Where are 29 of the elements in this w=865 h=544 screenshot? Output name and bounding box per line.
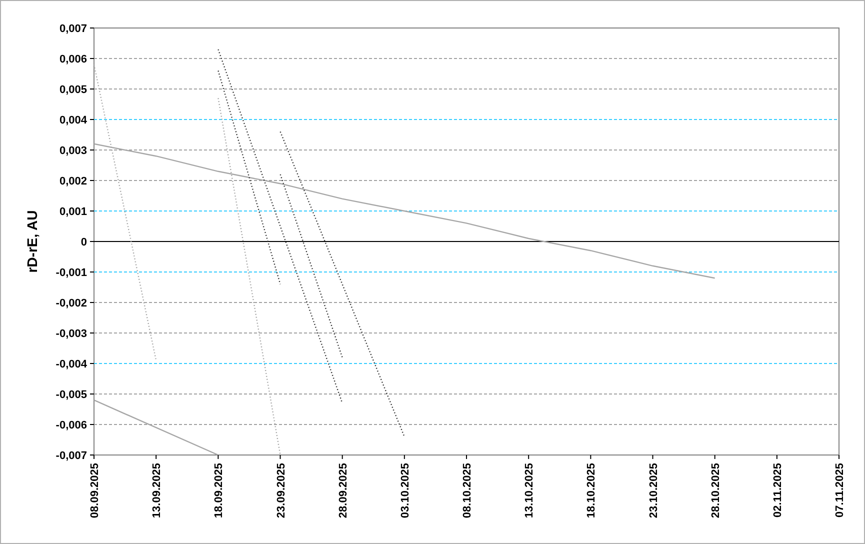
y-tick-label: 0,007 <box>59 23 87 35</box>
x-tick-label: 02.11.2025 <box>772 463 784 518</box>
y-tick-label: 0 <box>80 236 87 248</box>
x-tick-label: 03.10.2025 <box>399 463 412 518</box>
x-tick-label: 23.09.2025 <box>275 463 288 518</box>
x-tick-label: 18.09.2025 <box>213 463 226 518</box>
y-axis-title: rD-rE, AU <box>24 210 40 273</box>
x-tick-label: 13.09.2025 <box>151 463 164 518</box>
y-tick-label: 0,006 <box>59 54 87 66</box>
y-tick-label: -0,002 <box>56 298 87 310</box>
y-tick-label: -0,007 <box>56 450 87 462</box>
x-tick-label: 08.09.2025 <box>89 463 101 518</box>
x-tick-label: 13.10.2025 <box>524 463 536 518</box>
y-tick-label: 0,003 <box>59 145 87 157</box>
x-tick-label: 07.11.2025 <box>834 463 846 518</box>
y-tick-label: -0,006 <box>56 420 87 432</box>
x-tick-label: 28.09.2025 <box>337 463 350 518</box>
y-tick-label: -0,004 <box>56 358 87 370</box>
y-tick-label: 0,004 <box>59 114 87 126</box>
y-tick-label: -0,003 <box>56 328 87 340</box>
y-tick-label: 0,001 <box>59 206 87 218</box>
x-tick-label: 08.10.2025 <box>462 463 474 518</box>
x-tick-label: 18.10.2025 <box>586 463 598 518</box>
y-tick-label: 0,005 <box>59 84 87 96</box>
x-tick-label: 23.10.2025 <box>648 463 660 518</box>
x-tick-label: 28.10.2025 <box>710 463 722 518</box>
y-tick-label: 0,002 <box>59 176 87 188</box>
y-tick-label: -0,001 <box>56 267 87 279</box>
y-tick-label: -0,005 <box>56 389 87 401</box>
